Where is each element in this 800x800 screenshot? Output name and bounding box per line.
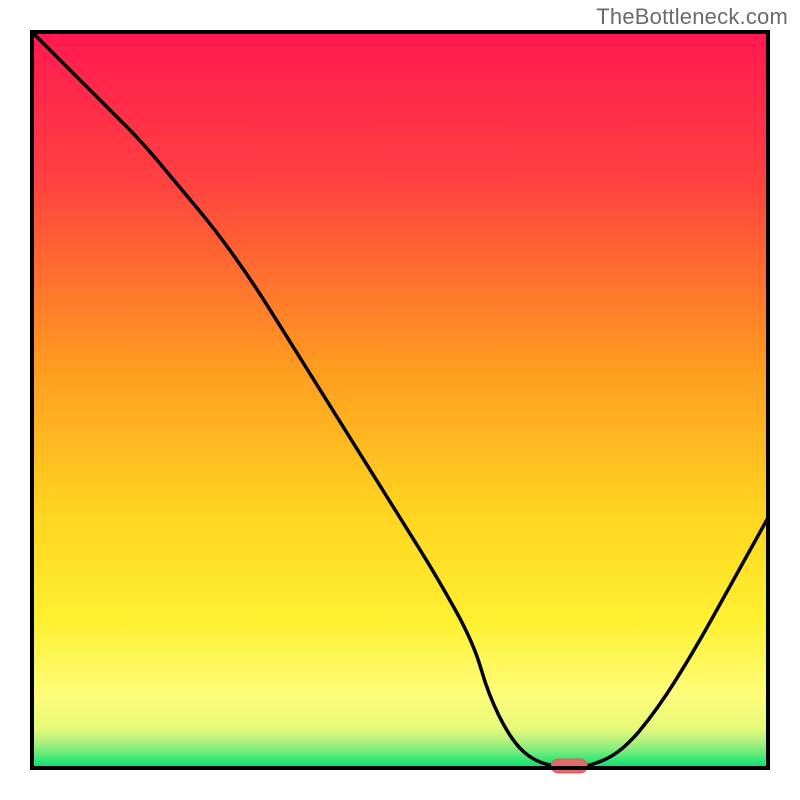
bottleneck-chart [0, 0, 800, 800]
watermark-text: TheBottleneck.com [596, 4, 788, 30]
chart-container: TheBottleneck.com [0, 0, 800, 800]
